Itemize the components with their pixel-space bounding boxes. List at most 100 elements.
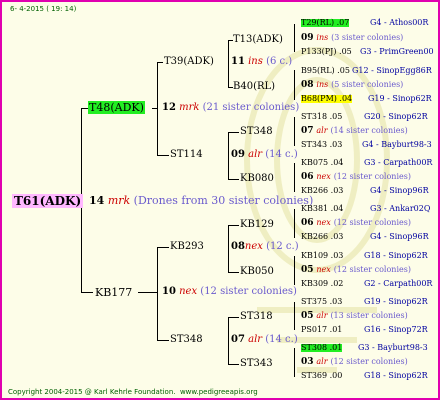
gen5-bottom-info-5: G4 - Sinop96R (370, 232, 429, 241)
gen5-bottom-queen-5: KB266 .03 (301, 232, 344, 241)
connector (157, 62, 158, 155)
gen5-note-8: (12 sister colonies) (330, 357, 408, 366)
gen3-note-1: (6 c.) (266, 56, 293, 67)
gen5-num-3: 07 (301, 126, 314, 136)
gen3-num-1: 11 (231, 56, 245, 67)
connector (157, 340, 169, 341)
footer: Copyright 2004-2015 @ Karl Kehrle Founda… (8, 389, 258, 396)
connector (81, 292, 93, 293)
gen5-top-info-4: G3 - Carpath00R (364, 158, 433, 167)
gen3-drone-1: 11 ins (6 c.) (231, 57, 292, 67)
gen3-drone-2: 09 alr (14 c.) (231, 150, 298, 160)
gen3-mark-1: ins (248, 56, 263, 67)
gen5-top-queen-6: KB109 .03 (301, 251, 344, 260)
gen3-num-4: 07 (231, 334, 245, 345)
gen5-drone-2: 08 ins (5 sister colonies) (301, 81, 403, 90)
gen5-num-2: 08 (301, 80, 314, 90)
gen2-queen-1: T48(ADK) (88, 101, 145, 114)
gen5-drone-4: 06 nex (12 sister colonies) (301, 173, 411, 182)
gen2-drone-2: 10 nex (12 sister colonies) (162, 287, 297, 297)
gen5-bottom-info-3: G4 - Bayburt98-3 (362, 140, 432, 149)
gen5-bottom-queen-7: PS017 .01 (301, 325, 343, 334)
connector (157, 247, 158, 340)
gen5-note-7: (13 sister colonies) (330, 311, 408, 320)
gen5-num-4: 06 (301, 172, 314, 182)
gen2-num-1: 12 (162, 102, 176, 113)
connector (228, 225, 229, 272)
gen5-mark-1: ins (316, 33, 329, 42)
connector (294, 117, 295, 146)
gen4-queen-5: KB129 (240, 219, 274, 230)
connector (228, 364, 239, 365)
gen5-num-8: 03 (301, 357, 314, 367)
gen5-top-queen-7: ST375 .03 (301, 297, 343, 306)
gen5-top-queen-4: KB075 .04 (301, 158, 344, 167)
gen5-mark-4: nex (316, 172, 331, 181)
root-note: (Drones from 30 sister colonies) (133, 194, 314, 207)
gen5-mark-2: ins (316, 80, 329, 89)
gen3-drone-4: 07 alr (14 c.) (231, 335, 298, 345)
gen4-queen-7: ST318 (240, 311, 273, 322)
gen5-top-info-2: G12 - SinopEgg86R (352, 66, 432, 75)
gen5-top-queen-5: KB381 .04 (301, 204, 344, 213)
gen5-top-queen-3: ST318 .05 (301, 112, 343, 121)
gen3-note-3: (12 c.) (266, 241, 299, 252)
gen5-top-queen-8: ST308 .01 (301, 343, 343, 352)
root-queen: T61(ADK) (12, 194, 84, 208)
connector (228, 317, 229, 364)
gen5-num-6: 05 (301, 265, 314, 275)
gen3-note-4: (14 c.) (265, 334, 298, 345)
gen4-queen-1: T13(ADK) (233, 34, 283, 45)
root-mark: mrk (107, 194, 131, 207)
gen5-mark-5: nex (316, 218, 331, 227)
gen3-drone-3: 08nex (12 c.) (231, 242, 299, 252)
gen2-mark-2: nex (179, 286, 198, 297)
gen5-bottom-info-7: G16 - Sinop72R (364, 325, 428, 334)
gen5-top-queen-2: B95(RL) .05 (301, 66, 350, 75)
gen3-queen-4: ST348 (170, 334, 203, 345)
connector (228, 317, 239, 318)
connector (152, 108, 157, 109)
connector (228, 272, 239, 273)
gen5-top-info-6: G18 - Sinop62R (364, 251, 428, 260)
connector (228, 132, 229, 179)
connector (294, 163, 295, 192)
connector (228, 40, 229, 87)
gen3-mark-4: alr (248, 334, 263, 345)
gen5-mark-8: alr (316, 357, 328, 366)
gen5-bottom-info-6: G2 - Carpath00R (364, 279, 433, 288)
gen5-num-5: 06 (301, 218, 314, 228)
connector (157, 247, 169, 248)
gen5-mark-3: alr (316, 126, 328, 135)
connector (294, 302, 295, 330)
gen5-top-queen-1: T29(RL) .07 (301, 18, 350, 27)
gen3-queen-1: T39(ADK) (164, 56, 214, 67)
gen5-bottom-queen-6: KB309 .02 (301, 279, 344, 288)
gen5-bottom-info-1: G3 - PrimGreen00 (360, 47, 434, 56)
gen5-bottom-queen-1: P133(PJ) .05 (301, 47, 352, 56)
gen5-mark-6: nex (316, 265, 331, 274)
gen5-bottom-queen-2: B68(PM) .04 (301, 94, 353, 103)
gen2-drone-1: 12 mrk (21 sister colonies) (162, 103, 299, 113)
connector (157, 155, 169, 156)
gen5-note-5: (12 sister colonies) (333, 218, 411, 227)
website-link[interactable]: www.pedigreeapis.org (180, 388, 258, 396)
gen5-drone-3: 07 alr (14 sister colonies) (301, 127, 408, 136)
date-stamp: 6- 4-2015 ( 19: 14) (10, 5, 77, 13)
gen5-bottom-info-8: G18 - Sinop62R (364, 371, 428, 380)
gen5-note-2: (5 sister colonies) (331, 80, 404, 89)
gen3-mark-2: alr (248, 149, 263, 160)
root-drone-info: 14 mrk (Drones from 30 sister colonies) (89, 195, 313, 206)
gen3-num-2: 09 (231, 149, 245, 160)
gen4-queen-4: KB080 (240, 173, 274, 184)
copyright-text: Copyright 2004-2015 @ Karl Kehrle Founda… (8, 388, 176, 396)
connector (294, 70, 295, 100)
gen2-mark-1: mrk (179, 102, 200, 113)
gen4-queen-3: ST348 (240, 126, 273, 137)
gen5-note-1: (3 sister colonies) (331, 33, 404, 42)
connector (228, 132, 239, 133)
gen5-top-info-7: G19 - Sinop62R (364, 297, 428, 306)
gen5-drone-7: 05 alr (13 sister colonies) (301, 312, 408, 321)
gen5-drone-6: 05 nex (12 sister colonies) (301, 266, 411, 275)
gen2-queen-2: KB177 (95, 286, 133, 299)
